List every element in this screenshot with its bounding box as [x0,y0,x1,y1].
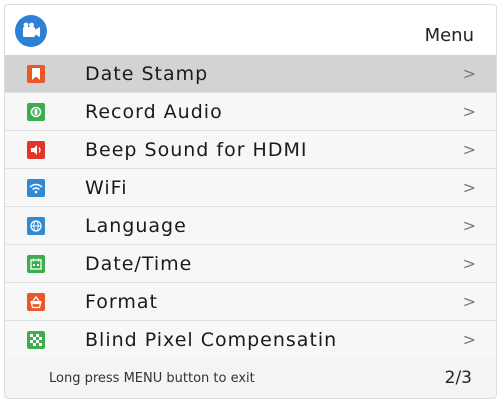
wifi-icon [27,179,45,197]
menu-title: Menu [424,25,474,46]
settings-menu-window: Menu Date Stamp > Record Audio > Beep So… [4,4,497,399]
menu-item-label: Language [85,215,187,237]
menu-item-date-time[interactable]: Date/Time > [5,245,496,283]
menu-item-label: Format [85,291,158,313]
chevron-right-icon: > [462,102,476,121]
menu-item-label: Blind Pixel Compensatin [85,329,338,351]
calendar-icon [27,255,45,273]
chevron-right-icon: > [462,64,476,83]
exit-hint: Long press MENU button to exit [49,371,255,386]
menu-list: Date Stamp > Record Audio > Beep Sound f… [5,55,496,359]
chevron-right-icon: > [462,178,476,197]
menu-item-label: Date/Time [85,253,193,275]
menu-item-label: Date Stamp [85,63,209,85]
globe-icon [27,217,45,235]
menu-item-format[interactable]: Format > [5,283,496,321]
menu-item-date-stamp[interactable]: Date Stamp > [5,55,496,93]
chevron-right-icon: > [462,330,476,349]
menu-item-language[interactable]: Language > [5,207,496,245]
basket-icon [27,293,45,311]
chevron-right-icon: > [462,292,476,311]
menu-item-label: Record Audio [85,101,223,123]
menu-item-blind-pixel[interactable]: Blind Pixel Compensatin > [5,321,496,359]
chevron-right-icon: > [462,140,476,159]
menu-item-label: Beep Sound for HDMI [85,139,308,161]
page-indicator: 2/3 [444,368,472,388]
menu-footer: Long press MENU button to exit 2/3 [5,358,496,398]
speaker-icon [27,141,45,159]
audio-record-icon [27,103,45,121]
bookmark-icon [27,65,45,83]
checkerboard-icon [27,331,45,349]
menu-item-label: WiFi [85,177,128,199]
menu-item-record-audio[interactable]: Record Audio > [5,93,496,131]
menu-item-wifi[interactable]: WiFi > [5,169,496,207]
camera-icon [15,15,47,47]
chevron-right-icon: > [462,216,476,235]
chevron-right-icon: > [462,254,476,273]
menu-item-beep-sound[interactable]: Beep Sound for HDMI > [5,131,496,169]
menu-header: Menu [5,5,496,55]
